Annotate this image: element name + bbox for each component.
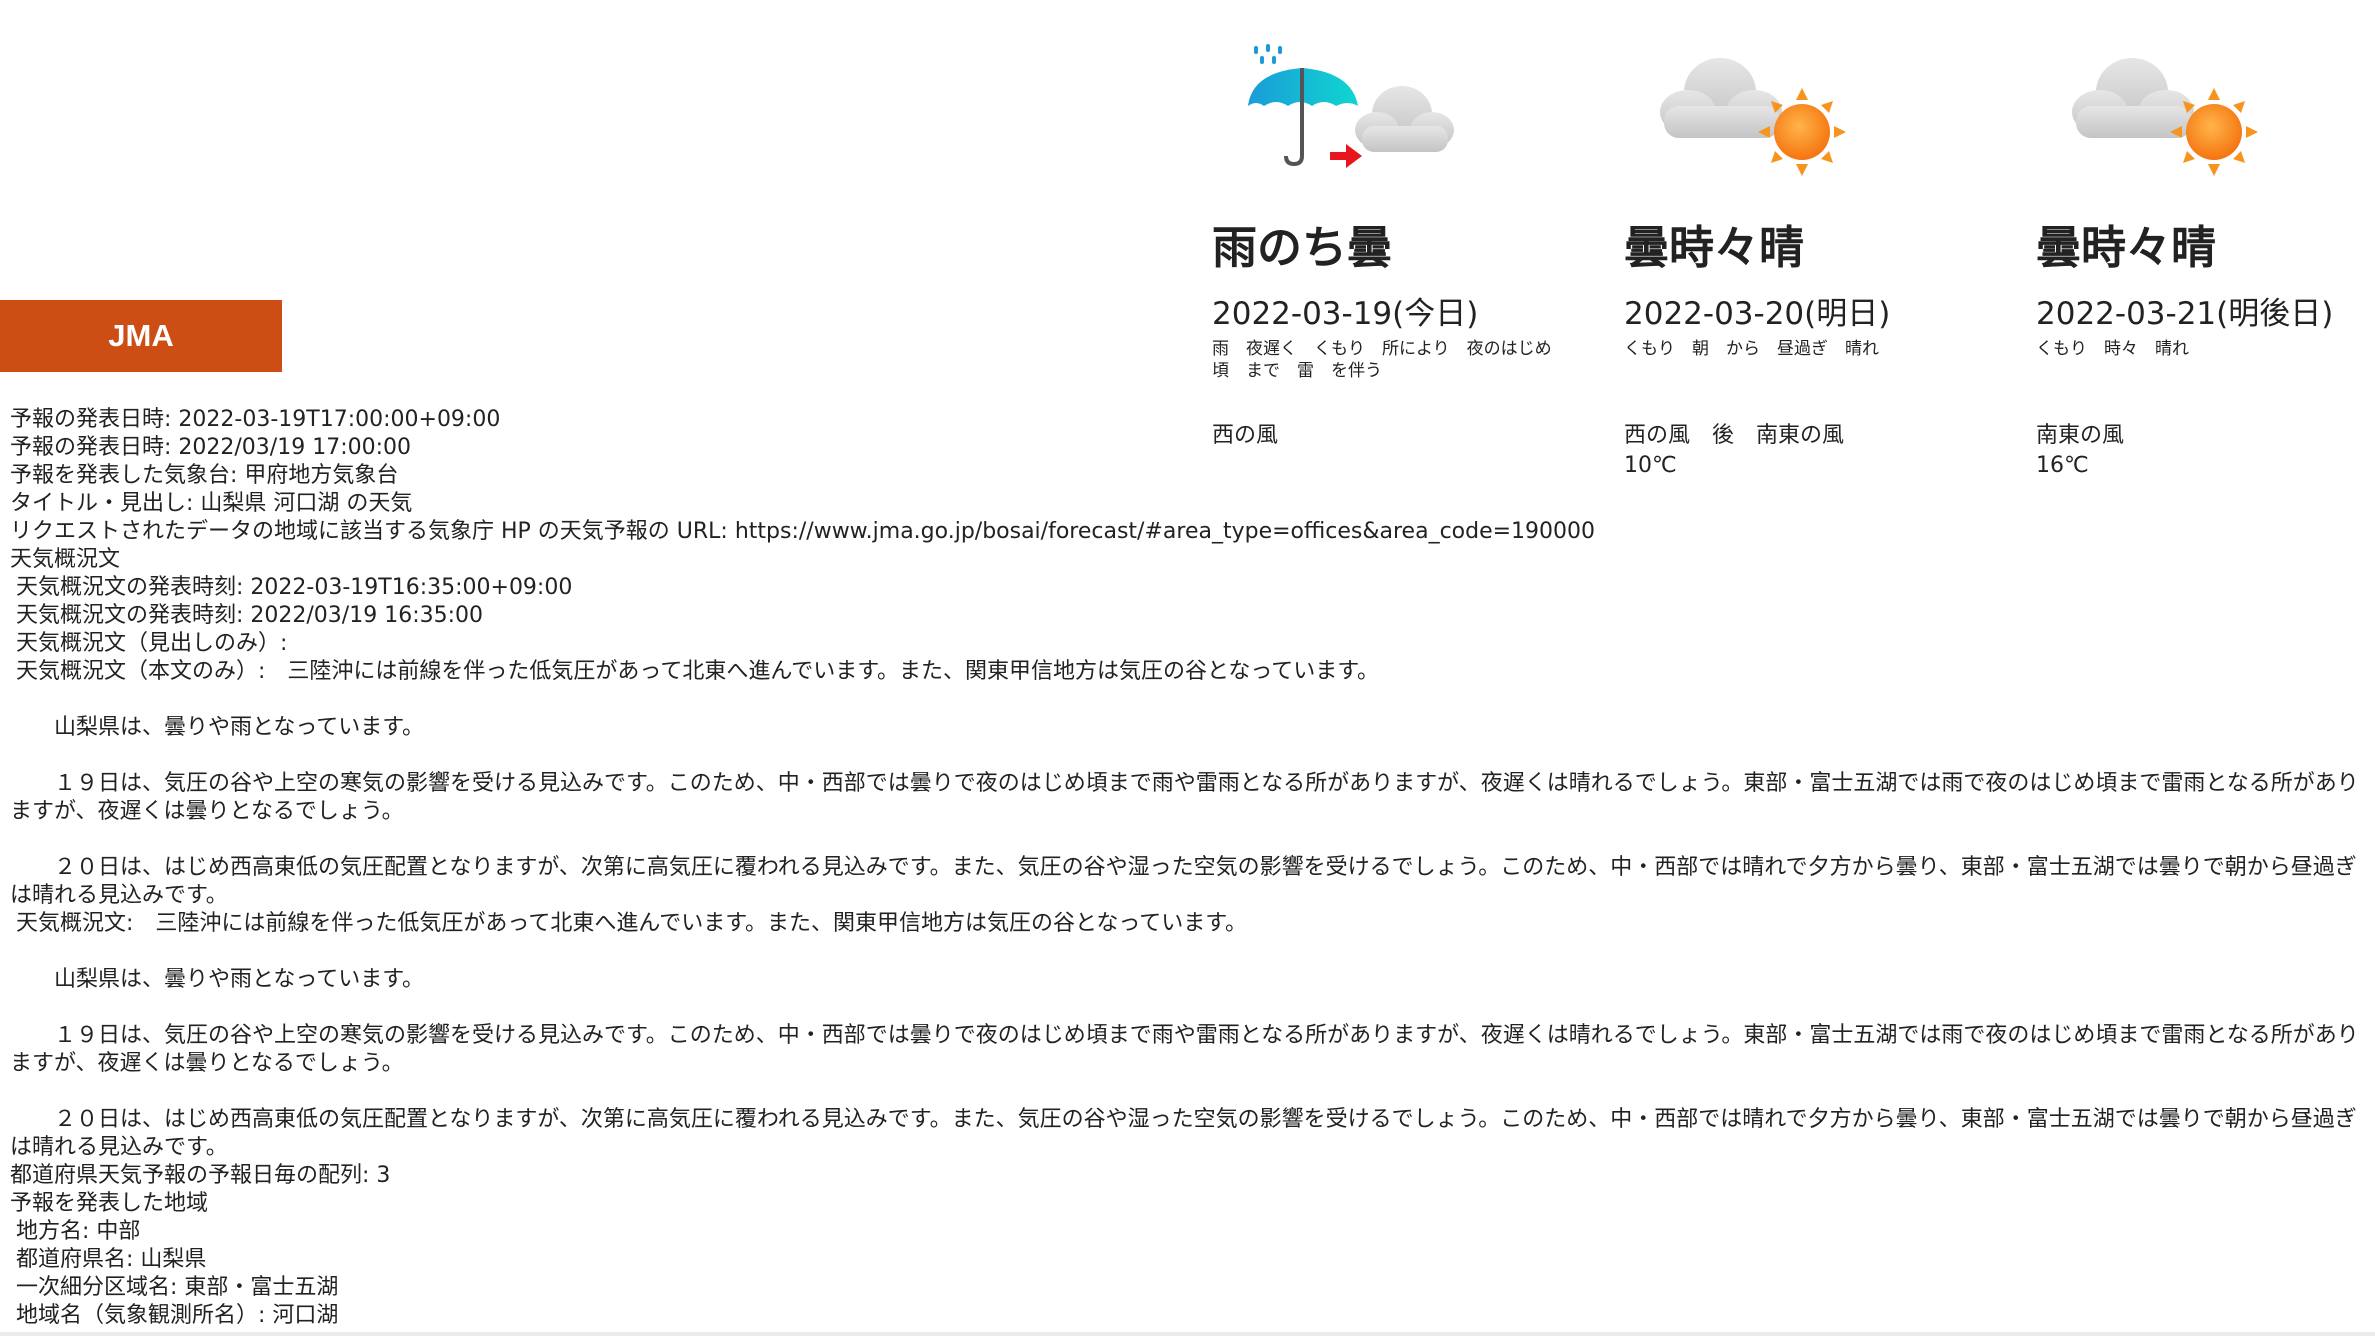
overview-body: 天気概況文（本文のみ）: 三陸沖には前線を伴った低気圧があって北東へ進んでいます… <box>16 659 1380 684</box>
forecast-info-text: 予報の発表日時: 2022-03-19T17:00:00+09:00 予報の発表… <box>10 406 2365 1330</box>
overview-headline: 天気概況文（見出しのみ）: <box>16 631 288 656</box>
report-datetime: 予報の発表日時: 2022/03/19 17:00:00 <box>10 435 412 460</box>
report-url: リクエストされたデータの地域に該当する気象庁 HP の天気予報の URL: ht… <box>10 519 1596 544</box>
cloud-icon <box>1355 86 1454 152</box>
weather-detail: 雨 夜遅く くもり 所により 夜のはじめ頃 まで 雷 を伴う <box>1212 339 1552 381</box>
weather-name: 曇時々晴 <box>2036 221 2217 274</box>
region-label: 予報を発表した地域 <box>10 1191 209 1216</box>
overview-paragraph: １９日は、気圧の谷や上空の寒気の影響を受ける見込みです。このため、中・西部では曇… <box>10 1023 2359 1076</box>
region-primary-subdivision: 一次細分区域名: 東部・富士五湖 <box>16 1275 339 1300</box>
umbrella-rain-icon <box>1248 44 1358 167</box>
weather-name: 雨のち曇 <box>1212 221 1393 274</box>
overview-paragraph: ２０日は、はじめ西高東低の気圧配置となりますが、次第に高気圧に覆われる見込みです… <box>10 855 2357 908</box>
overview-paragraph: 山梨県は、曇りや雨となっています。 <box>54 967 425 992</box>
rain-then-cloudy-icon <box>1212 38 1472 178</box>
cloudy-sometimes-sunny-icon <box>1624 38 1884 178</box>
forecast-array-count: 都道府県天気予報の予報日毎の配列: 3 <box>10 1163 391 1188</box>
forecast-date: 2022-03-21(明後日) <box>2036 296 2334 332</box>
overview-paragraph: 山梨県は、曇りや雨となっています。 <box>54 715 425 740</box>
forecast-date: 2022-03-19(今日) <box>1212 296 1479 332</box>
overview-paragraph: ２０日は、はじめ西高東低の気圧配置となりますが、次第に高気圧に覆われる見込みです… <box>10 1107 2357 1160</box>
cloud-icon <box>2072 58 2194 138</box>
weather-detail: くもり 時々 晴れ <box>2036 339 2189 359</box>
overview-full: 天気概況文: 三陸沖には前線を伴った低気圧があって北東へ進んでいます。また、関東… <box>16 911 1248 936</box>
weather-name: 曇時々晴 <box>1624 221 1805 274</box>
arrow-right-icon <box>1330 144 1362 168</box>
overview-time-iso: 天気概況文の発表時刻: 2022-03-19T16:35:00+09:00 <box>16 575 573 600</box>
report-office: 予報を発表した気象台: 甲府地方気象台 <box>10 463 399 488</box>
region-prefecture: 都道府県名: 山梨県 <box>16 1247 207 1272</box>
region-station: 地域名（気象観測所名）: 河口湖 <box>16 1303 339 1328</box>
region-area: 地方名: 中部 <box>16 1219 141 1244</box>
forecast-date: 2022-03-20(明日) <box>1624 296 1891 332</box>
overview-label: 天気概況文 <box>10 547 121 572</box>
bottom-divider <box>0 1332 2375 1336</box>
weather-detail: くもり 朝 から 昼過ぎ 晴れ <box>1624 339 1879 359</box>
jma-button[interactable]: JMA <box>0 300 282 372</box>
overview-paragraph: １９日は、気圧の谷や上空の寒気の影響を受ける見込みです。このため、中・西部では曇… <box>10 771 2359 824</box>
overview-time: 天気概況文の発表時刻: 2022/03/19 16:35:00 <box>16 603 484 628</box>
cloud-icon <box>1660 58 1782 138</box>
cloudy-sometimes-sunny-icon <box>2036 38 2296 178</box>
report-datetime-iso: 予報の発表日時: 2022-03-19T17:00:00+09:00 <box>10 407 501 432</box>
report-title: タイトル・見出し: 山梨県 河口湖 の天気 <box>10 491 413 516</box>
